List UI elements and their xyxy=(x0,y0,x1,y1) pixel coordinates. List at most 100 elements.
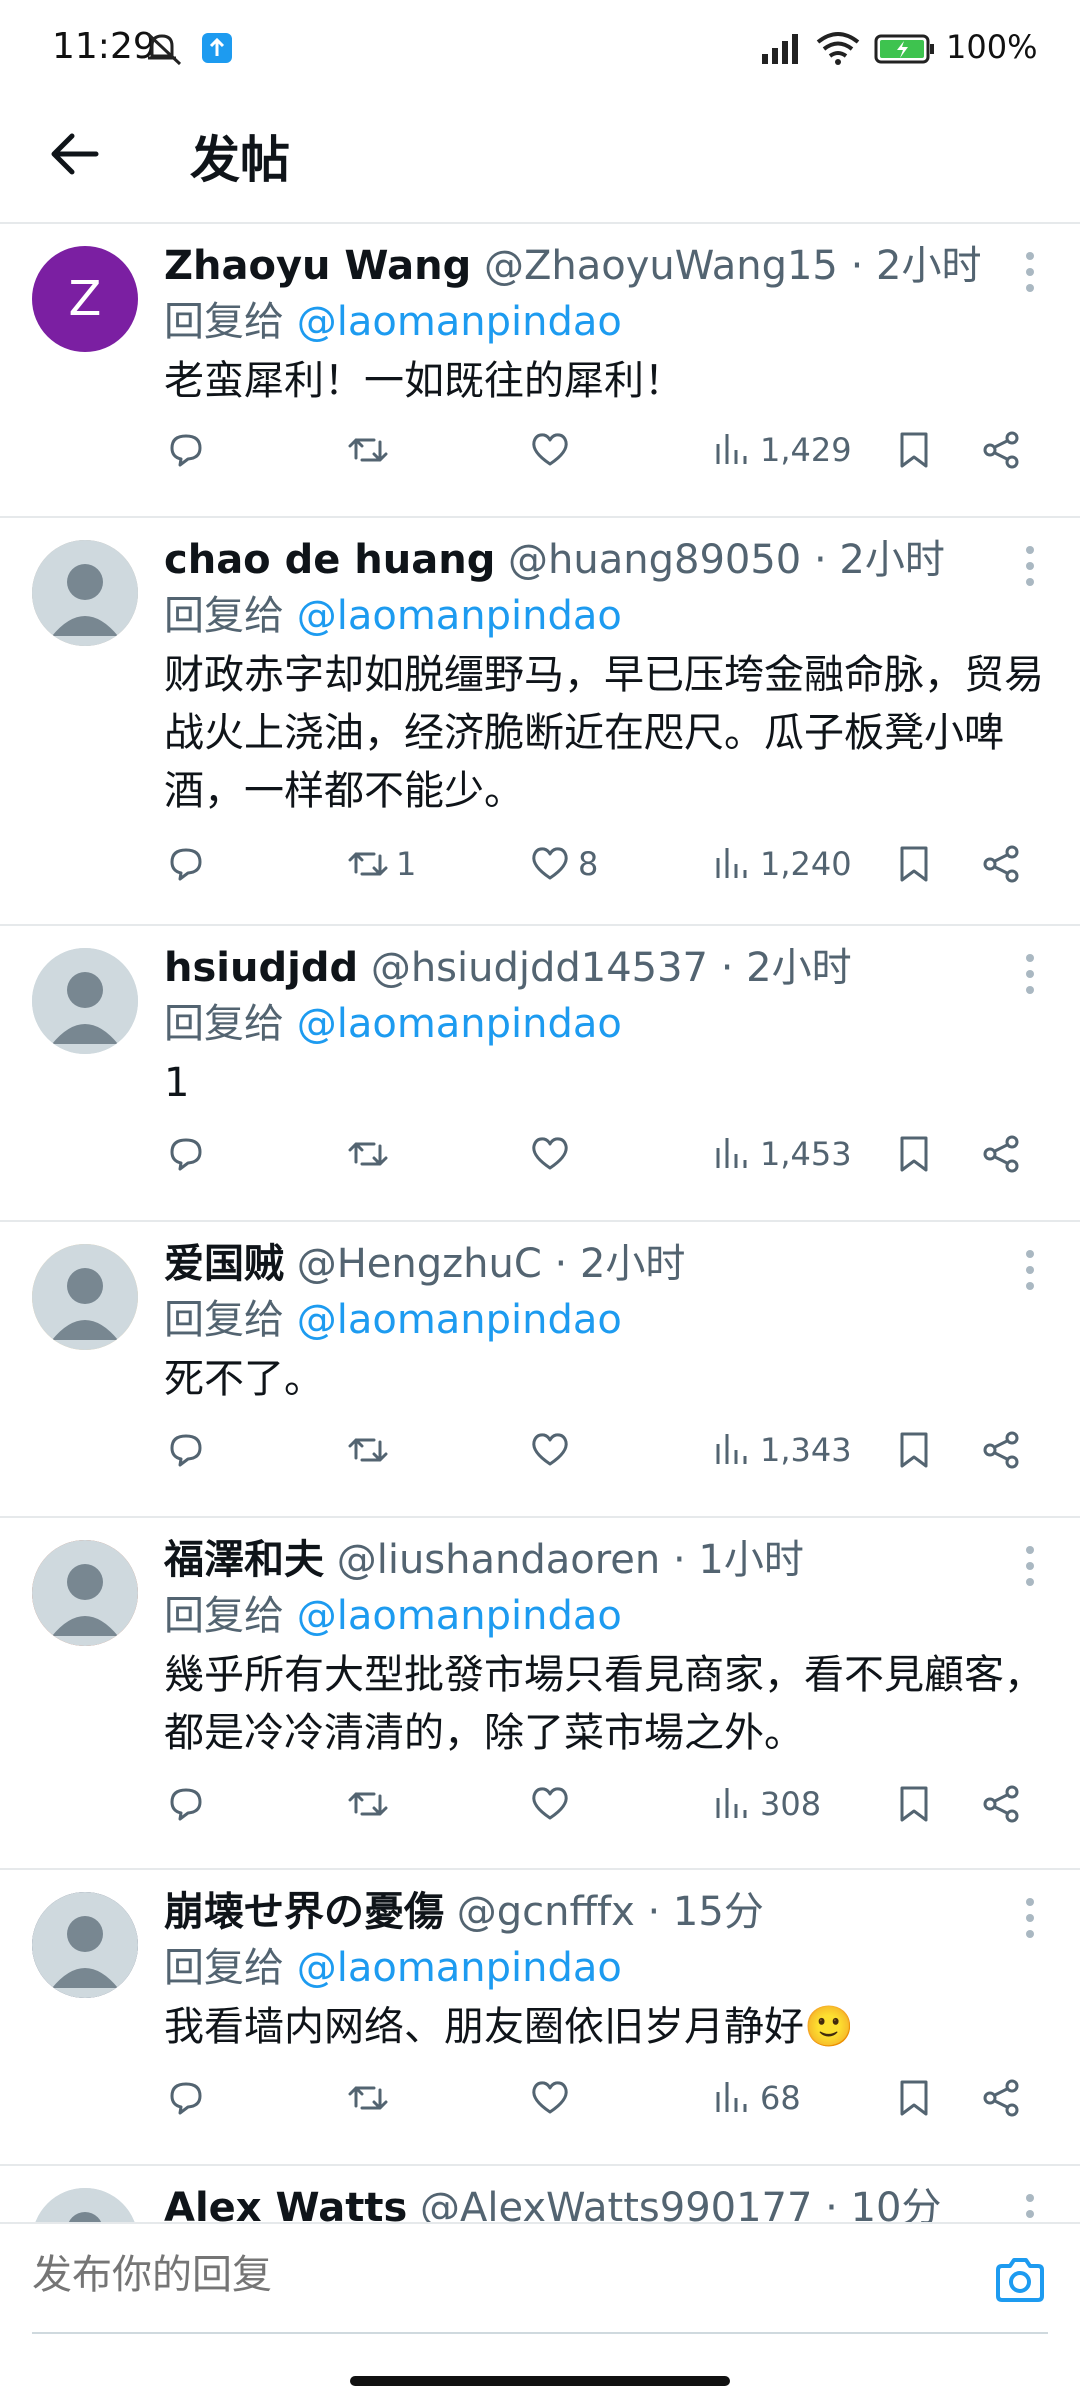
tweet-reply[interactable]: chao de huang @huang89050 · 2小时 回复给 @laom… xyxy=(0,518,1080,926)
retweet-button[interactable]: 1 xyxy=(346,834,416,894)
tweet-time: 2小时 xyxy=(839,537,945,583)
display-name[interactable]: 福澤和夫 xyxy=(164,1537,324,1583)
share-button[interactable] xyxy=(980,834,1024,894)
bookmark-icon xyxy=(900,1432,928,1468)
more-options-icon[interactable] xyxy=(1020,1246,1040,1294)
reply-button[interactable] xyxy=(164,420,208,480)
bookmark-button[interactable] xyxy=(892,2068,936,2128)
retweet-button[interactable] xyxy=(346,2068,396,2128)
user-handle[interactable]: @HengzhuC xyxy=(297,1241,542,1287)
like-button[interactable] xyxy=(528,420,578,480)
tweet-reply[interactable]: 爱国贼 @HengzhuC · 2小时 回复给 @laomanpindao 死不了。… xyxy=(0,1222,1080,1518)
retweet-button[interactable] xyxy=(346,1774,396,1834)
reply-button[interactable] xyxy=(164,1774,208,1834)
more-options-icon[interactable] xyxy=(1020,542,1040,590)
share-icon xyxy=(983,1785,1019,1823)
tweet-text: 财政赤字却如脱缰野马，早已压垮金融命脉，贸易战火上浇油，经济脆断近在咫尺。瓜子板… xyxy=(164,652,1044,814)
avatar[interactable] xyxy=(32,1244,138,1350)
user-handle[interactable]: @liushandaoren xyxy=(337,1537,661,1583)
reply-feed[interactable]: Z Zhaoyu Wang @ZhaoyuWang15 · 2小时 回复给 @lao… xyxy=(0,224,1080,2222)
tweet-text: 我看墙内网络、朋友圈依旧岁月静好🙂 xyxy=(164,2004,854,2050)
like-button[interactable] xyxy=(528,1774,578,1834)
bookmark-button[interactable] xyxy=(892,1420,936,1480)
share-button[interactable] xyxy=(980,1774,1024,1834)
avatar[interactable] xyxy=(32,1540,138,1646)
tweet-text: 幾乎所有大型批發市場只看見商家，看不見顧客，都是冷冷清清的，除了菜市場之外。 xyxy=(164,1652,1044,1756)
avatar[interactable] xyxy=(32,948,138,1054)
tweet-header: Alex Watts @AlexWatts990177 · 10分 xyxy=(164,2182,942,2222)
bookmark-button[interactable] xyxy=(892,420,936,480)
mention-link[interactable]: @laomanpindao xyxy=(297,1001,622,1047)
reply-button[interactable] xyxy=(164,2068,208,2128)
tweet-text: 死不了。 xyxy=(164,1356,324,1402)
like-button[interactable] xyxy=(528,2068,578,2128)
avatar[interactable] xyxy=(32,2188,138,2222)
more-options-icon[interactable] xyxy=(1020,950,1040,998)
wifi-icon xyxy=(816,32,860,65)
display-name[interactable]: Zhaoyu Wang xyxy=(164,243,471,289)
avatar[interactable] xyxy=(32,540,138,646)
reply-input[interactable] xyxy=(32,2252,932,2298)
like-button[interactable]: 8 xyxy=(528,834,598,894)
back-arrow-icon[interactable] xyxy=(44,122,108,186)
tweet-header: 崩壊せ界の憂傷 @gcnfffx · 15分 xyxy=(164,1886,764,1938)
dot-separator: · xyxy=(541,1241,580,1287)
user-handle[interactable]: @gcnfffx xyxy=(457,1889,635,1935)
retweet-button[interactable] xyxy=(346,420,396,480)
app-header: 发帖 xyxy=(0,96,1080,224)
display-name[interactable]: Alex Watts xyxy=(164,2185,407,2222)
mention-link[interactable]: @laomanpindao xyxy=(297,299,622,345)
user-handle[interactable]: @AlexWatts990177 xyxy=(420,2185,812,2222)
more-options-icon[interactable] xyxy=(1020,1894,1040,1942)
tweet-reply[interactable]: Z Zhaoyu Wang @ZhaoyuWang15 · 2小时 回复给 @lao… xyxy=(0,224,1080,518)
bookmark-button[interactable] xyxy=(892,1124,936,1184)
tweet-reply[interactable]: hsiudjdd @hsiudjdd14537 · 2小时 回复给 @laoman… xyxy=(0,926,1080,1222)
reply-button[interactable] xyxy=(164,1420,208,1480)
avatar[interactable]: Z xyxy=(32,246,138,352)
like-button[interactable] xyxy=(528,1420,578,1480)
tweet-reply[interactable]: 福澤和夫 @liushandaoren · 1小时 回复给 @laomanpind… xyxy=(0,1518,1080,1870)
tweet-reply[interactable]: 崩壊せ界の憂傷 @gcnfffx · 15分 回复给 @laomanpindao 我… xyxy=(0,1870,1080,2166)
dot-separator: · xyxy=(837,243,877,289)
bookmark-button[interactable] xyxy=(892,834,936,894)
display-name[interactable]: 崩壊せ界の憂傷 xyxy=(164,1889,444,1935)
share-button[interactable] xyxy=(980,1124,1024,1184)
views-button[interactable]: 68 xyxy=(710,2068,801,2128)
mention-link[interactable]: @laomanpindao xyxy=(297,1593,622,1639)
user-handle[interactable]: @ZhaoyuWang15 xyxy=(484,243,838,289)
more-options-icon[interactable] xyxy=(1020,1542,1040,1590)
display-name[interactable]: chao de huang xyxy=(164,537,495,583)
more-options-icon[interactable] xyxy=(1020,2190,1040,2222)
user-handle[interactable]: @hsiudjdd14537 xyxy=(371,945,708,991)
display-name[interactable]: hsiudjdd xyxy=(164,945,358,991)
share-button[interactable] xyxy=(980,1420,1024,1480)
tweet-actions: 1,343 xyxy=(164,1420,1044,1480)
views-button[interactable]: 308 xyxy=(710,1774,821,1834)
tweet-text: 老蛮犀利！一如既往的犀利！ xyxy=(164,358,684,404)
reply-button[interactable] xyxy=(164,834,208,894)
share-button[interactable] xyxy=(980,2068,1024,2128)
mention-link[interactable]: @laomanpindao xyxy=(297,1945,622,1991)
views-button[interactable]: 1,453 xyxy=(710,1124,852,1184)
display-name[interactable]: 爱国贼 xyxy=(164,1241,284,1287)
reply-icon xyxy=(170,1138,202,1171)
views-button[interactable]: 1,343 xyxy=(710,1420,852,1480)
avatar[interactable] xyxy=(32,1892,138,1998)
retweet-button[interactable] xyxy=(346,1420,396,1480)
more-options-icon[interactable] xyxy=(1020,248,1040,296)
bookmark-button[interactable] xyxy=(892,1774,936,1834)
mention-link[interactable]: @laomanpindao xyxy=(297,1297,622,1343)
tweet-reply[interactable]: Alex Watts @AlexWatts990177 · 10分 xyxy=(0,2166,1080,2222)
retweet-button[interactable] xyxy=(346,1124,396,1184)
home-indicator[interactable] xyxy=(350,2376,730,2386)
camera-icon[interactable] xyxy=(992,2252,1048,2308)
views-button[interactable]: 1,429 xyxy=(710,420,852,480)
page-title: 发帖 xyxy=(190,131,290,189)
user-handle[interactable]: @huang89050 xyxy=(508,537,801,583)
reply-button[interactable] xyxy=(164,1124,208,1184)
like-button[interactable] xyxy=(528,1124,578,1184)
views-chart-icon xyxy=(716,2082,747,2112)
mention-link[interactable]: @laomanpindao xyxy=(297,593,622,639)
views-button[interactable]: 1,240 xyxy=(710,834,852,894)
share-button[interactable] xyxy=(980,420,1024,480)
